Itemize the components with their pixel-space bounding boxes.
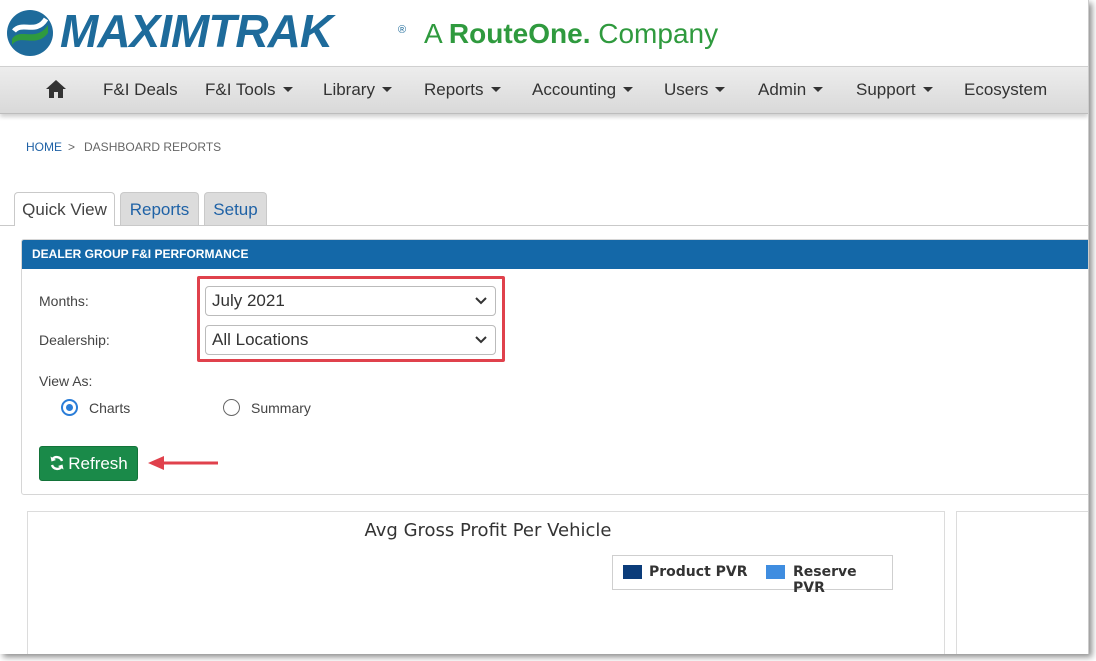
radio-charts[interactable]	[61, 399, 78, 416]
home-icon[interactable]	[45, 79, 67, 99]
tagline-prefix: A	[424, 18, 442, 49]
brand-registered-mark: ®	[398, 24, 407, 36]
breadcrumb-separator: >	[68, 140, 76, 154]
nav-item-fi-tools[interactable]: F&I Tools	[205, 80, 293, 100]
chart-title: Avg Gross Profit Per Vehicle	[364, 520, 612, 541]
breadcrumb-current: DASHBOARD REPORTS	[84, 140, 222, 154]
nav-item-support[interactable]: Support	[856, 80, 933, 100]
radio-summary[interactable]	[223, 399, 240, 416]
caret-down-icon	[623, 87, 634, 92]
legend-swatch-product-pvr	[623, 565, 642, 579]
panel-title: DEALER GROUP F&I PERFORMANCE	[22, 240, 1088, 269]
legend-label-reserve-pvr[interactable]: Reserve PVR	[793, 564, 892, 596]
tab-setup[interactable]: Setup	[204, 192, 267, 225]
breadcrumb: HOME > DASHBOARD REPORTS	[26, 140, 221, 154]
brand-name: MAXIMTRAK	[60, 5, 333, 57]
brand-tagline: A RouteOne. Company	[424, 18, 718, 50]
breadcrumb-home-link[interactable]: HOME	[26, 140, 62, 154]
refresh-button[interactable]: Refresh	[39, 446, 138, 481]
tab-reports[interactable]: Reports	[120, 192, 199, 225]
annotation-arrow-icon	[148, 456, 218, 470]
tagline-company: RouteOne.	[448, 18, 591, 49]
app-window: MAXIMTRAK ® A RouteOne. Company F&I Deal…	[0, 0, 1089, 654]
nav-item-reports[interactable]: Reports	[424, 80, 501, 100]
nav-item-fi-deals[interactable]: F&I Deals	[103, 80, 178, 100]
caret-down-icon	[282, 87, 293, 92]
refresh-icon	[50, 455, 64, 471]
radio-summary-label[interactable]: Summary	[251, 400, 311, 416]
caret-down-icon	[381, 87, 392, 92]
nav-item-accounting[interactable]: Accounting	[532, 80, 634, 100]
annotation-highlight-box	[197, 276, 505, 362]
dealership-label: Dealership:	[39, 332, 110, 348]
refresh-label: Refresh	[68, 454, 128, 473]
legend-swatch-reserve-pvr	[766, 565, 785, 579]
caret-down-icon	[490, 87, 501, 92]
radio-charts-label[interactable]: Charts	[89, 400, 130, 416]
nav-item-library[interactable]: Library	[323, 80, 392, 100]
nav-item-ecosystem[interactable]: Ecosystem	[964, 80, 1047, 100]
main-navbar: F&I Deals F&I Tools Library Reports Acco…	[0, 66, 1088, 114]
view-as-label: View As:	[39, 373, 93, 389]
maximtrak-logo-icon	[7, 10, 53, 56]
months-label: Months:	[39, 293, 89, 309]
tagline-suffix: Company	[598, 18, 719, 49]
nav-item-users[interactable]: Users	[664, 80, 726, 100]
legend-label-product-pvr[interactable]: Product PVR	[649, 564, 748, 580]
caret-down-icon	[715, 87, 726, 92]
chart-panel-secondary	[956, 511, 1088, 654]
chart-legend: Product PVR Reserve PVR	[612, 555, 893, 596]
tab-quick-view[interactable]: Quick View	[14, 192, 115, 226]
caret-down-icon	[922, 87, 933, 92]
nav-item-admin[interactable]: Admin	[758, 80, 824, 100]
logo-header: MAXIMTRAK ® A RouteOne. Company	[0, 0, 1088, 66]
caret-down-icon	[813, 87, 824, 92]
